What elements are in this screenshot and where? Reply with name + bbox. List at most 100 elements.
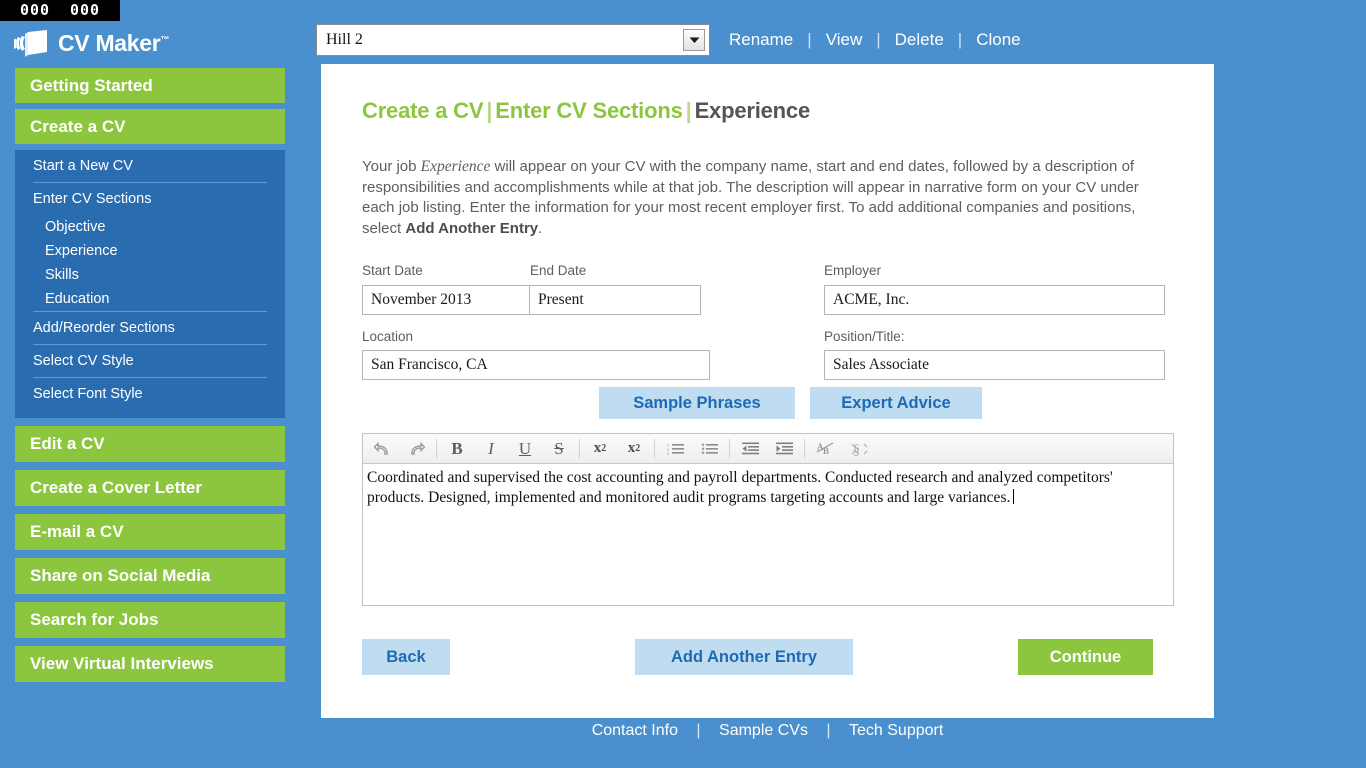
sidebar-item-create-a-cv[interactable]: Create a CV	[15, 109, 285, 144]
delete-link[interactable]: Delete	[892, 30, 947, 50]
location-input[interactable]	[362, 350, 710, 381]
sample-cvs-link[interactable]: Sample CVs	[717, 722, 810, 739]
underline-icon[interactable]: U	[508, 435, 542, 463]
sidebar-item-select-font-style[interactable]: Select Font Style	[15, 378, 285, 410]
text-caret	[1013, 489, 1015, 505]
employer-input[interactable]	[824, 285, 1165, 316]
position-label: Position/Title:	[824, 329, 905, 345]
breadcrumb-create-a-cv[interactable]: Create a CV	[362, 98, 484, 123]
sample-phrases-button[interactable]: Sample Phrases	[599, 387, 795, 420]
italic-icon[interactable]: I	[474, 435, 508, 463]
counter-bar: 000 000	[0, 0, 120, 21]
toolbar-divider	[436, 438, 437, 459]
sidebar-lower-nav: Edit a CV Create a Cover Letter E-mail a…	[0, 426, 300, 682]
sidebar-item-enter-cv-sections[interactable]: Enter CV Sections	[15, 183, 285, 215]
bullet-list-icon[interactable]	[692, 435, 726, 463]
breadcrumb-enter-cv-sections[interactable]: Enter CV Sections	[495, 98, 683, 123]
stacked-pages-icon	[14, 29, 47, 57]
sidebar-item-select-cv-style[interactable]: Select CV Style	[15, 345, 285, 377]
svg-text:§: §	[853, 443, 860, 457]
editor-toolbar: B I U S x2 x2 123 A B §	[363, 434, 1173, 465]
toolbar-divider	[654, 438, 655, 459]
cv-select[interactable]: Hill 2	[316, 24, 710, 56]
trademark-symbol: ™	[160, 34, 170, 45]
sidebar-item-experience[interactable]: Experience	[15, 239, 285, 263]
intro-text-1: Your job	[362, 158, 421, 175]
sidebar-subitem-label: Select Font Style	[33, 386, 143, 402]
toolbar-separator: |	[807, 30, 812, 49]
undo-icon[interactable]	[365, 435, 399, 463]
sidebar-item-share-on-social-media[interactable]: Share on Social Media	[15, 558, 285, 594]
end-date-label: End Date	[530, 263, 587, 279]
helper-buttons-row: Sample Phrases Expert Advice	[362, 387, 1174, 433]
view-link[interactable]: View	[823, 30, 866, 50]
sidebar-subitem-label: Enter CV Sections	[33, 191, 152, 207]
toolbar-divider	[729, 438, 730, 459]
sidebar-item-add-reorder-sections[interactable]: Add/Reorder Sections	[15, 312, 285, 344]
toolbar-separator: |	[876, 30, 881, 49]
rich-text-editor: B I U S x2 x2 123 A B § Coordinated and …	[362, 433, 1174, 607]
sidebar-subitem-label: Add/Reorder Sections	[33, 320, 175, 336]
superscript-icon[interactable]: x2	[617, 435, 651, 463]
redo-icon[interactable]	[399, 435, 433, 463]
start-date-label: Start Date	[362, 263, 423, 279]
sidebar-subitem-label: Start a New CV	[33, 158, 133, 174]
sidebar-item-label: Getting Started	[30, 76, 153, 95]
indent-icon[interactable]	[767, 435, 801, 463]
logo-text: CV Maker™	[58, 32, 169, 55]
footer-separator: |	[826, 722, 831, 739]
intro-paragraph: Your job Experience will appear on your …	[362, 156, 1162, 239]
chevron-down-icon[interactable]	[683, 29, 705, 51]
location-label: Location	[362, 329, 414, 345]
employer-label: Employer	[824, 263, 882, 279]
tech-support-link[interactable]: Tech Support	[847, 722, 945, 739]
sidebar-item-email-a-cv[interactable]: E-mail a CV	[15, 514, 285, 550]
sidebar-subitem-label: Education	[45, 291, 110, 307]
footer: Contact Info | Sample CVs | Tech Support	[321, 722, 1214, 740]
back-button[interactable]: Back	[362, 639, 450, 676]
sidebar-item-label: Create a CV	[30, 117, 126, 136]
toolbar-divider	[579, 438, 580, 459]
sidebar-item-start-a-new-cv[interactable]: Start a New CV	[15, 150, 285, 182]
rename-link[interactable]: Rename	[726, 30, 796, 50]
sidebar-item-skills[interactable]: Skills	[15, 263, 285, 287]
sidebar-subitem-label: Objective	[45, 219, 106, 235]
toolbar-divider	[804, 438, 805, 459]
sidebar-item-view-virtual-interviews[interactable]: View Virtual Interviews	[15, 646, 285, 682]
sidebar-item-edit-a-cv[interactable]: Edit a CV	[15, 426, 285, 462]
continue-button[interactable]: Continue	[1018, 639, 1153, 676]
sidebar-subitem-label: Select CV Style	[33, 353, 134, 369]
sidebar-item-create-a-cover-letter[interactable]: Create a Cover Letter	[15, 470, 285, 506]
numbered-list-icon[interactable]: 123	[658, 435, 692, 463]
outdent-icon[interactable]	[733, 435, 767, 463]
contact-info-link[interactable]: Contact Info	[590, 722, 680, 739]
sidebar-item-education[interactable]: Education	[15, 287, 285, 311]
start-date-input[interactable]	[362, 285, 530, 316]
sidebar-item-label: E-mail a CV	[30, 522, 124, 541]
sidebar-item-search-for-jobs[interactable]: Search for Jobs	[15, 602, 285, 638]
clone-link[interactable]: Clone	[973, 30, 1023, 50]
breadcrumb-separator: |	[685, 98, 692, 123]
strikethrough-icon[interactable]: S	[542, 435, 576, 463]
bold-icon[interactable]: B	[440, 435, 474, 463]
sidebar-item-objective[interactable]: Objective	[15, 215, 285, 239]
special-characters-icon[interactable]: §	[842, 435, 876, 463]
footer-separator: |	[696, 722, 701, 739]
top-toolbar: Hill 2 Rename | View | Delete | Clone	[316, 24, 1024, 56]
add-another-entry-button[interactable]: Add Another Entry	[635, 639, 853, 676]
sidebar-subitem-label: Skills	[45, 267, 79, 283]
spellcheck-icon[interactable]: AB	[808, 435, 842, 463]
end-date-input[interactable]	[529, 285, 701, 316]
app-root: 000 000 CV Maker™ Getting Started Create…	[0, 0, 1366, 768]
logo[interactable]: CV Maker™	[0, 21, 300, 68]
editor-content-area[interactable]: Coordinated and supervised the cost acco…	[363, 464, 1173, 606]
subscript-icon[interactable]: x2	[583, 435, 617, 463]
counter-right: 000	[69, 1, 101, 19]
sidebar-item-label: Edit a CV	[30, 434, 105, 453]
position-input[interactable]	[824, 350, 1165, 381]
expert-advice-button[interactable]: Expert Advice	[810, 387, 982, 420]
page-title-breadcrumb: Create a CV | Enter CV Sections | Experience	[362, 98, 1174, 124]
cv-select-value: Hill 2	[326, 31, 363, 48]
sidebar-item-getting-started[interactable]: Getting Started	[15, 68, 285, 103]
toolbar-links: Rename | View | Delete | Clone	[726, 30, 1024, 50]
